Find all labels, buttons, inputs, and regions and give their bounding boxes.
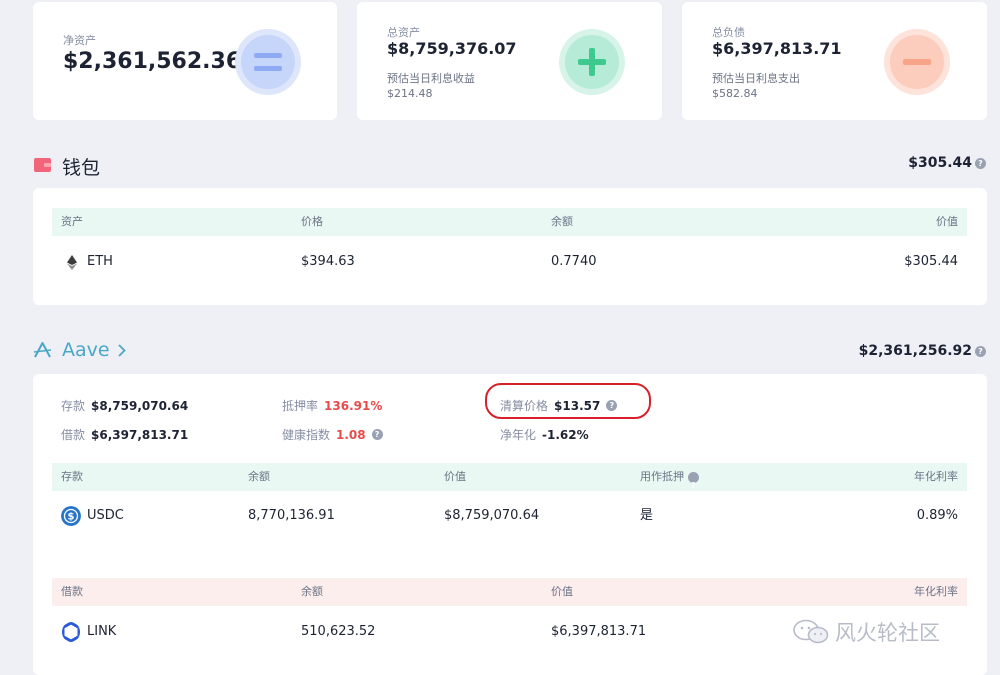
health-factor-label: 健康指数 bbox=[282, 428, 331, 442]
assets-symbol: + bbox=[592, 52, 593, 53]
asset-balance: 8,770,136.91 bbox=[248, 508, 335, 523]
stat-deposit: 存款 $8,759,070.64 bbox=[61, 397, 188, 414]
liquidation-price-value: $13.57 bbox=[554, 398, 601, 413]
aave-total: $2,361,256.92 ? bbox=[859, 343, 986, 359]
header-deposit: 存款 bbox=[61, 470, 83, 483]
header-value: 价值 bbox=[936, 215, 958, 228]
borrow-label: 借款 bbox=[61, 428, 86, 442]
debts-symbol: − bbox=[917, 52, 918, 53]
stat-health-factor: 健康指数 1.08 ? bbox=[282, 426, 383, 443]
wallet-total-value: $305.44 bbox=[908, 155, 972, 171]
asset-price: $394.63 bbox=[301, 254, 355, 269]
collateral-ratio-label: 抵押率 bbox=[282, 399, 319, 413]
total-debts-value: $6,397,813.71 bbox=[712, 39, 842, 58]
wallet-total: $305.44 ? bbox=[908, 155, 986, 171]
wallet-table-header: 资产 价格 余额 价值 bbox=[52, 208, 967, 236]
aave-title[interactable]: Aave bbox=[62, 339, 126, 361]
health-factor-value: 1.08 bbox=[336, 427, 366, 442]
usdc-icon: $ bbox=[61, 506, 81, 526]
total-assets-label: 总资产 bbox=[387, 26, 420, 39]
total-assets-value: $8,759,376.07 bbox=[387, 39, 517, 58]
aave-logo-icon bbox=[34, 342, 51, 358]
liquidation-price-label: 清算价格 bbox=[500, 399, 549, 413]
deposit-value: $8,759,070.64 bbox=[91, 398, 189, 413]
header-asset: 资产 bbox=[61, 215, 83, 228]
wallet-title: 钱包 bbox=[62, 157, 101, 179]
borrow-table-header: 借款 余额 价值 年化利率 bbox=[52, 578, 967, 606]
aave-total-value: $2,361,256.92 bbox=[858, 343, 972, 359]
header-value: 价值 bbox=[551, 585, 573, 598]
asset-name: USDC bbox=[87, 508, 124, 523]
net-apy-label: 净年化 bbox=[500, 428, 537, 442]
minus-icon bbox=[884, 29, 950, 95]
help-icon[interactable]: ? bbox=[975, 345, 986, 357]
svg-text:$: $ bbox=[68, 512, 75, 523]
equals-icon bbox=[235, 29, 301, 95]
deposit-label: 存款 bbox=[61, 399, 86, 413]
net-symbol: = bbox=[287, 52, 288, 53]
header-balance: 余额 bbox=[301, 585, 323, 598]
total-debts-label: 总负债 bbox=[712, 26, 745, 39]
header-collateral-text: 用作抵押 bbox=[640, 470, 684, 483]
asset-name: LINK bbox=[87, 624, 117, 639]
asset-balance: 0.7740 bbox=[551, 254, 597, 269]
wechat-icon bbox=[793, 619, 829, 644]
header-rate: 年化利率 bbox=[914, 585, 958, 598]
asset-value: $8,759,070.64 bbox=[444, 508, 540, 523]
watermark: 风火轮社区 bbox=[793, 617, 940, 647]
asset-value: $6,397,813.71 bbox=[551, 624, 647, 639]
header-value: 价值 bbox=[444, 470, 466, 483]
watermark-text: 风火轮社区 bbox=[835, 621, 940, 645]
net-worth-label: 净资产 bbox=[63, 34, 96, 47]
collateral-ratio-value: 136.91% bbox=[324, 398, 383, 413]
total-debts-card: 总负债 $6,397,813.71 预估当日利息支出 $582.84 bbox=[682, 2, 987, 120]
table-row[interactable]: $ USDC 8,770,136.91 $8,759,070.64 是 0.89… bbox=[52, 501, 967, 531]
header-borrow: 借款 bbox=[61, 585, 83, 598]
help-icon[interactable]: ? bbox=[371, 429, 383, 440]
wallet-icon bbox=[34, 158, 51, 172]
net-worth-value: $2,361,562.36 bbox=[63, 49, 242, 74]
table-row[interactable]: ETH $394.63 0.7740 $305.44 bbox=[52, 247, 967, 277]
help-icon[interactable]: ? bbox=[688, 471, 699, 490]
deposit-table-header: 存款 余额 价值 用作抵押 ? 年化利率 bbox=[52, 463, 967, 491]
link-icon bbox=[62, 622, 80, 642]
asset-rate: 0.89% bbox=[916, 508, 958, 523]
borrow-value: $6,397,813.71 bbox=[91, 427, 189, 442]
help-icon[interactable]: ? bbox=[606, 400, 618, 411]
asset-name: ETH bbox=[87, 254, 113, 269]
asset-collateral: 是 bbox=[640, 508, 654, 523]
net-apy-value: -1.62% bbox=[542, 427, 589, 442]
eth-icon bbox=[67, 255, 77, 270]
asset-balance: 510,623.52 bbox=[301, 624, 376, 639]
net-worth-card: 净资产 $2,361,562.36 bbox=[33, 2, 337, 120]
daily-interest-income-value: $214.48 bbox=[387, 87, 433, 100]
header-rate: 年化利率 bbox=[914, 470, 958, 483]
daily-interest-income-label: 预估当日利息收益 bbox=[387, 72, 475, 85]
aave-title-text: Aave bbox=[62, 339, 110, 361]
daily-interest-expense-value: $582.84 bbox=[712, 87, 758, 100]
header-price: 价格 bbox=[301, 215, 323, 228]
stat-liquidation-price: 清算价格 $13.57 ? bbox=[500, 397, 618, 414]
total-assets-card: 总资产 $8,759,376.07 预估当日利息收益 $214.48 bbox=[357, 2, 662, 120]
stat-collateral-ratio: 抵押率 136.91% bbox=[282, 397, 382, 414]
daily-interest-expense-label: 预估当日利息支出 bbox=[712, 72, 800, 85]
stat-net-apy: 净年化 -1.62% bbox=[500, 426, 589, 443]
help-icon[interactable]: ? bbox=[975, 157, 986, 169]
asset-value: $305.44 bbox=[904, 254, 958, 269]
plus-icon bbox=[559, 29, 625, 95]
header-collateral: 用作抵押 ? bbox=[640, 463, 699, 491]
stat-borrow: 借款 $6,397,813.71 bbox=[61, 426, 188, 443]
wallet-card: 资产 价格 余额 价值 ETH $394.63 0.7740 $305.44 bbox=[33, 188, 987, 305]
header-balance: 余额 bbox=[248, 470, 270, 483]
header-balance: 余额 bbox=[551, 215, 573, 228]
chevron-right-icon bbox=[117, 343, 126, 357]
